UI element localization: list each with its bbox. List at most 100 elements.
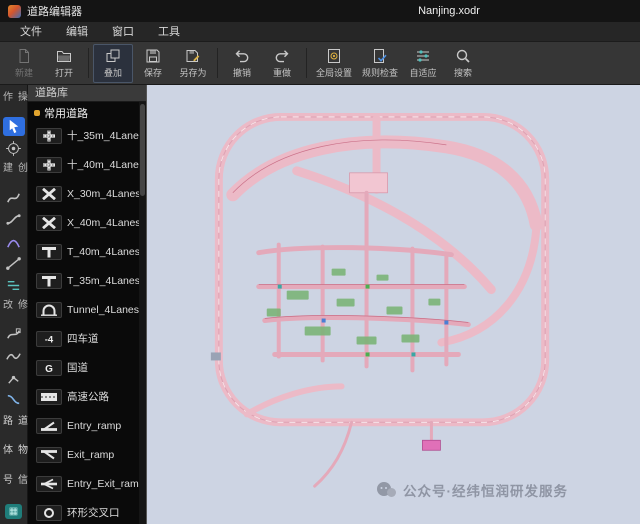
ramp-both-icon (36, 475, 62, 492)
redo-icon (274, 48, 290, 64)
rail-tool-wave-road[interactable] (3, 210, 25, 230)
road-library-panel: 道路库 常用道路 十_35m_4Lanes 十_40m_4Lanes X_30m_4… (28, 85, 146, 524)
library-item-label: X_40m_4Lanes (67, 216, 141, 229)
toolbar-button-save[interactable]: 保存 (133, 44, 173, 83)
toolbar-button-undo[interactable]: 撤销 (222, 44, 262, 83)
curve-road-icon (5, 189, 22, 206)
library-item[interactable]: 十_40m_4Lanes (28, 150, 146, 179)
chat-bubble-icon (377, 482, 396, 497)
library-tree: 常用道路 十_35m_4Lanes 十_40m_4Lanes X_30m_4Lane… (28, 102, 146, 524)
library-item-label: Exit_ramp (67, 448, 115, 461)
group-bullet-icon (34, 109, 40, 116)
rail-tool-spline-road[interactable] (3, 232, 25, 252)
menu-item-2[interactable]: 窗口 (100, 21, 146, 42)
library-panel-title: 道路库 (28, 85, 146, 102)
rail-tool-link-road[interactable] (3, 275, 25, 295)
rail-tab-0[interactable]: 道路 (0, 415, 29, 437)
toolbar: 新建 打开 叠加 保存 另存为 撤销 重做 全局设置 规则检查 自适应 搜索 (0, 42, 640, 85)
new-file-icon (16, 48, 32, 64)
toolbar-button-overlay[interactable]: 叠加 (93, 43, 133, 83)
rail-tool-curve-road[interactable] (3, 188, 25, 208)
toolbar-button-label: 保存 (143, 67, 162, 78)
cross-road-icon (36, 127, 62, 144)
library-item-label: 环形交叉口 (67, 507, 120, 519)
rail-tool-node-road[interactable] (3, 253, 25, 273)
edit-wave-icon (5, 348, 22, 365)
toolbar-button-global-settings[interactable]: 全局设置 (311, 44, 357, 83)
library-item-label: 国道 (67, 362, 88, 374)
toolbar-button-label: 撤销 (232, 67, 251, 78)
save-icon (145, 48, 161, 64)
toolbar-button-label: 全局设置 (316, 67, 353, 78)
cross-road-icon (36, 156, 62, 173)
library-scrollbar-thumb[interactable] (140, 104, 145, 196)
watermark-text: 公众号·经纬恒润研发服务 (403, 484, 568, 499)
rail-tab-1[interactable]: 物体 (0, 444, 29, 466)
rail-tab-2[interactable]: 信号 (0, 474, 29, 496)
library-item[interactable]: Entry_Exit_ramp (28, 469, 146, 498)
library-item[interactable]: X_30m_4Lanes (28, 179, 146, 208)
toolbar-button-new-file[interactable]: 新建 (4, 44, 44, 83)
library-item[interactable]: G 国道 (28, 353, 146, 382)
menubar: 文件 编辑 窗口 工具 (0, 22, 640, 42)
toolbar-button-rule-check[interactable]: 规则检查 (357, 44, 403, 83)
library-item-label: T_40m_4Lanes (67, 245, 140, 258)
toolbar-button-search[interactable]: 搜索 (443, 44, 483, 83)
selected-road-segment[interactable] (422, 439, 441, 451)
library-item[interactable]: Entry_ramp (28, 411, 146, 440)
t-road-icon (36, 272, 62, 289)
library-scrollbar[interactable] (139, 102, 146, 524)
rail-section-label-1: 创建 (0, 162, 27, 175)
lane4-icon: -4 (36, 330, 62, 347)
library-item[interactable]: 高速公路 (28, 382, 146, 411)
toolbar-button-label: 另存为 (179, 67, 207, 78)
library-item-label: Entry_ramp (67, 419, 122, 432)
toolbar-button-label: 自适应 (409, 67, 437, 78)
rail-tool-edit-spline[interactable] (3, 325, 25, 345)
undo-icon (234, 48, 250, 64)
menu-item-1[interactable]: 编辑 (54, 21, 100, 42)
roundabout-icon (36, 504, 62, 521)
rail-tool-target-crosshair[interactable] (3, 138, 25, 158)
rail-tool-edit-node[interactable] (3, 368, 25, 388)
toolbar-button-label: 重做 (272, 67, 291, 78)
svg-text:-4: -4 (45, 334, 54, 344)
road-editor-window: 道路编辑器 Nanjing.xodr 文件 编辑 窗口 工具 新建 打开 叠加 保存 另存为 撤… (0, 0, 640, 524)
library-group-common-roads[interactable]: 常用道路 (28, 104, 146, 121)
toolbar-button-label: 规则检查 (362, 67, 399, 78)
map-canvas[interactable]: 公众号·经纬恒润研发服务 (146, 85, 640, 524)
library-item[interactable]: T_40m_4Lanes (28, 237, 146, 266)
library-item-list: 十_35m_4Lanes 十_40m_4Lanes X_30m_4Lanes X_40… (28, 121, 146, 524)
link-road-icon (5, 277, 22, 294)
rail-section-label-2: 修改 (0, 298, 27, 311)
toolbar-button-open-folder[interactable]: 打开 (44, 44, 84, 83)
library-item[interactable]: X_40m_4Lanes (28, 208, 146, 237)
toolbar-button-fit-view[interactable]: 自适应 (403, 44, 443, 83)
toolbar-button-label: 打开 (54, 67, 73, 78)
menu-item-3[interactable]: 工具 (146, 21, 192, 42)
library-item[interactable]: Tunnel_4Lanes (28, 295, 146, 324)
library-item[interactable]: 环形交叉口 (28, 498, 146, 524)
rail-tool-select-cursor[interactable] (2, 116, 25, 137)
toolbar-separator (88, 48, 89, 78)
target-crosshair-icon (5, 140, 22, 157)
library-group-label: 常用道路 (44, 107, 88, 120)
library-item[interactable]: T_35m_4Lanes (28, 266, 146, 295)
toolbar-button-label: 新建 (14, 67, 33, 78)
toolbar-button-label: 搜索 (454, 67, 473, 78)
library-item[interactable]: Exit_ramp (28, 440, 146, 469)
open-folder-icon (56, 48, 72, 64)
rail-tool-edit-link[interactable] (3, 390, 25, 410)
road-network-map (210, 112, 550, 488)
toolbar-button-redo[interactable]: 重做 (262, 44, 302, 83)
tool-rail: 操作 创建 修改 道路 物体 信号 ▦ (0, 85, 28, 524)
x-road-icon (36, 185, 62, 202)
menu-item-0[interactable]: 文件 (8, 21, 54, 42)
library-item[interactable]: 十_35m_4Lanes (28, 121, 146, 150)
rail-tool-edit-wave[interactable] (3, 346, 25, 366)
toolbar-button-save-as[interactable]: 另存为 (173, 44, 213, 83)
library-item[interactable]: -4 四车道 (28, 324, 146, 353)
signal-panel-icon[interactable]: ▦ (5, 503, 22, 519)
edit-node-icon (5, 370, 22, 387)
x-road-icon (36, 214, 62, 231)
